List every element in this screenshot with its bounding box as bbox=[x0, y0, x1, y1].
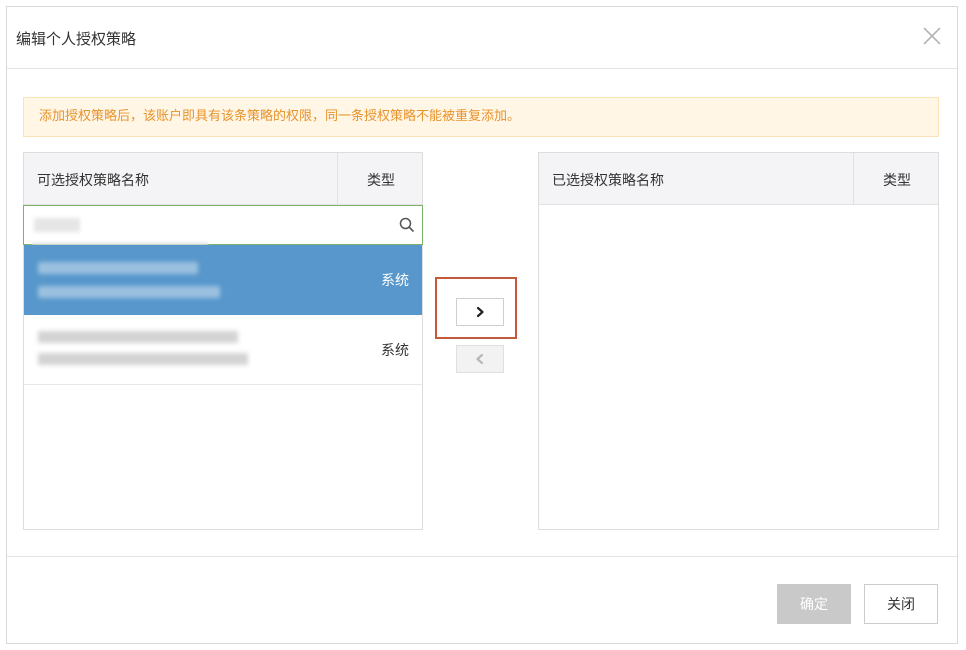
chevron-right-icon bbox=[474, 303, 486, 322]
warning-alert: 添加授权策略后，该账户即具有该条策略的权限，同一条授权策略不能被重复添加。 bbox=[23, 97, 939, 137]
add-policy-button[interactable] bbox=[456, 298, 504, 326]
dialog-footer: 确定 关闭 bbox=[7, 556, 957, 644]
policy-search-box bbox=[23, 205, 423, 245]
remove-policy-button[interactable] bbox=[456, 345, 504, 373]
close-icon[interactable] bbox=[921, 25, 943, 47]
confirm-button[interactable]: 确定 bbox=[777, 584, 851, 624]
redacted-policy-description bbox=[38, 286, 220, 298]
column-header-policy-name: 可选授权策略名称 bbox=[37, 173, 149, 189]
column-header-type: 类型 bbox=[367, 173, 395, 189]
redacted-policy-name bbox=[38, 331, 238, 343]
chevron-left-icon bbox=[474, 350, 486, 369]
column-header-selected-policy-name: 已选授权策略名称 bbox=[552, 173, 664, 189]
policy-type: 系统 bbox=[381, 273, 409, 289]
selected-panel-header: 已选授权策略名称 类型 bbox=[539, 153, 938, 205]
dialog-title: 编辑个人授权策略 bbox=[16, 30, 137, 48]
search-icon[interactable] bbox=[398, 216, 416, 234]
column-divider bbox=[337, 153, 338, 204]
available-panel-header: 可选授权策略名称 类型 bbox=[24, 153, 422, 205]
dialog-header: 编辑个人授权策略 bbox=[7, 7, 957, 69]
available-policies-panel: 可选授权策略名称 类型 系统 系统 bbox=[23, 152, 423, 530]
close-button[interactable]: 关闭 bbox=[864, 584, 938, 624]
selected-policies-panel: 已选授权策略名称 类型 bbox=[538, 152, 939, 530]
edit-policy-dialog: 编辑个人授权策略 添加授权策略后，该账户即具有该条策略的权限，同一条授权策略不能… bbox=[6, 6, 958, 644]
policy-type: 系统 bbox=[381, 343, 409, 359]
redacted-policy-name bbox=[38, 262, 198, 274]
column-divider bbox=[853, 153, 854, 204]
policy-row[interactable]: 系统 bbox=[24, 245, 422, 315]
redacted-policy-description bbox=[38, 353, 248, 365]
column-header-type: 类型 bbox=[883, 173, 911, 189]
redacted-search-text bbox=[34, 218, 80, 232]
policy-row[interactable]: 系统 bbox=[24, 315, 422, 385]
